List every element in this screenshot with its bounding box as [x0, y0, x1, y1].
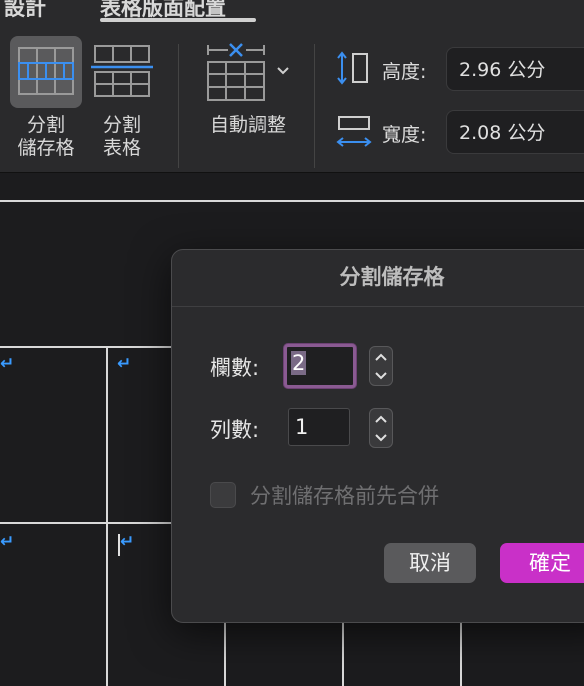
- split-cells-icon: [10, 36, 82, 108]
- columns-stepper-up[interactable]: [370, 347, 392, 366]
- chevron-up-icon: [375, 415, 387, 423]
- dialog-title: 分割儲存格: [172, 250, 584, 307]
- split-cells-label-2: 儲存格: [17, 137, 75, 159]
- paragraph-mark: ↵: [0, 354, 15, 374]
- ribbon-divider: [314, 44, 315, 168]
- table-border: [0, 346, 190, 348]
- split-table-label-1: 分割: [102, 114, 141, 136]
- columns-value: 2: [291, 351, 307, 375]
- tab-design[interactable]: 設計: [4, 0, 46, 22]
- rows-stepper[interactable]: [369, 408, 393, 448]
- split-cells-button[interactable]: 分割 儲存格: [10, 36, 82, 166]
- chevron-down-icon[interactable]: [276, 66, 290, 76]
- split-table-button[interactable]: 分割 表格: [86, 36, 158, 166]
- split-cells-dialog: 分割儲存格 欄數: 2 列數: 1 分割儲存格前先合併 取消 確定: [171, 249, 584, 623]
- rows-input[interactable]: 1: [288, 408, 350, 446]
- height-field[interactable]: 2.96 公分: [446, 47, 584, 91]
- chevron-down-icon: [375, 433, 387, 441]
- page-top-edge: [0, 200, 584, 202]
- table-border: [106, 346, 108, 686]
- table-border: [224, 620, 226, 686]
- ok-button[interactable]: 確定: [500, 543, 584, 583]
- paragraph-mark: ↵: [120, 532, 135, 552]
- ribbon: 設計 表格版面配置 分割 儲存格 分割 表格 自動調整 高度: 2.96 公分 …: [0, 0, 584, 173]
- column-width-icon: [336, 116, 372, 147]
- chevron-down-icon: [375, 371, 387, 379]
- rows-label: 列數:: [210, 418, 260, 442]
- table-border: [0, 522, 190, 524]
- autofit-label: 自動調整: [209, 114, 286, 136]
- table-border: [460, 620, 462, 686]
- active-tab-indicator: [100, 18, 256, 22]
- columns-stepper[interactable]: [369, 346, 393, 386]
- autofit-button[interactable]: 自動調整: [198, 36, 298, 146]
- columns-input[interactable]: 2: [284, 344, 356, 388]
- paragraph-mark: ↵: [117, 354, 132, 374]
- word-window: 設計 表格版面配置 分割 儲存格 分割 表格 自動調整 高度: 2.96 公分 …: [0, 0, 584, 686]
- merge-before-split-checkbox[interactable]: [210, 482, 236, 508]
- rows-stepper-up[interactable]: [370, 409, 392, 428]
- split-table-icon: [86, 36, 158, 108]
- split-cells-label-1: 分割: [26, 114, 65, 136]
- height-label: 高度:: [382, 61, 427, 83]
- merge-before-split-label: 分割儲存格前先合併: [250, 484, 439, 508]
- ribbon-divider: [178, 44, 179, 168]
- columns-label: 欄數:: [210, 356, 260, 380]
- rows-stepper-down[interactable]: [370, 428, 392, 447]
- width-field[interactable]: 2.08 公分: [446, 110, 584, 154]
- autofit-icon: [207, 43, 265, 101]
- paragraph-mark: ↵: [0, 532, 15, 552]
- width-label: 寬度:: [382, 124, 427, 146]
- row-height-icon: [337, 51, 368, 85]
- chevron-up-icon: [375, 353, 387, 361]
- table-border: [342, 620, 344, 686]
- columns-stepper-down[interactable]: [370, 366, 392, 385]
- cancel-button[interactable]: 取消: [384, 543, 476, 583]
- text-cursor: [118, 534, 120, 556]
- split-table-label-2: 表格: [102, 137, 141, 159]
